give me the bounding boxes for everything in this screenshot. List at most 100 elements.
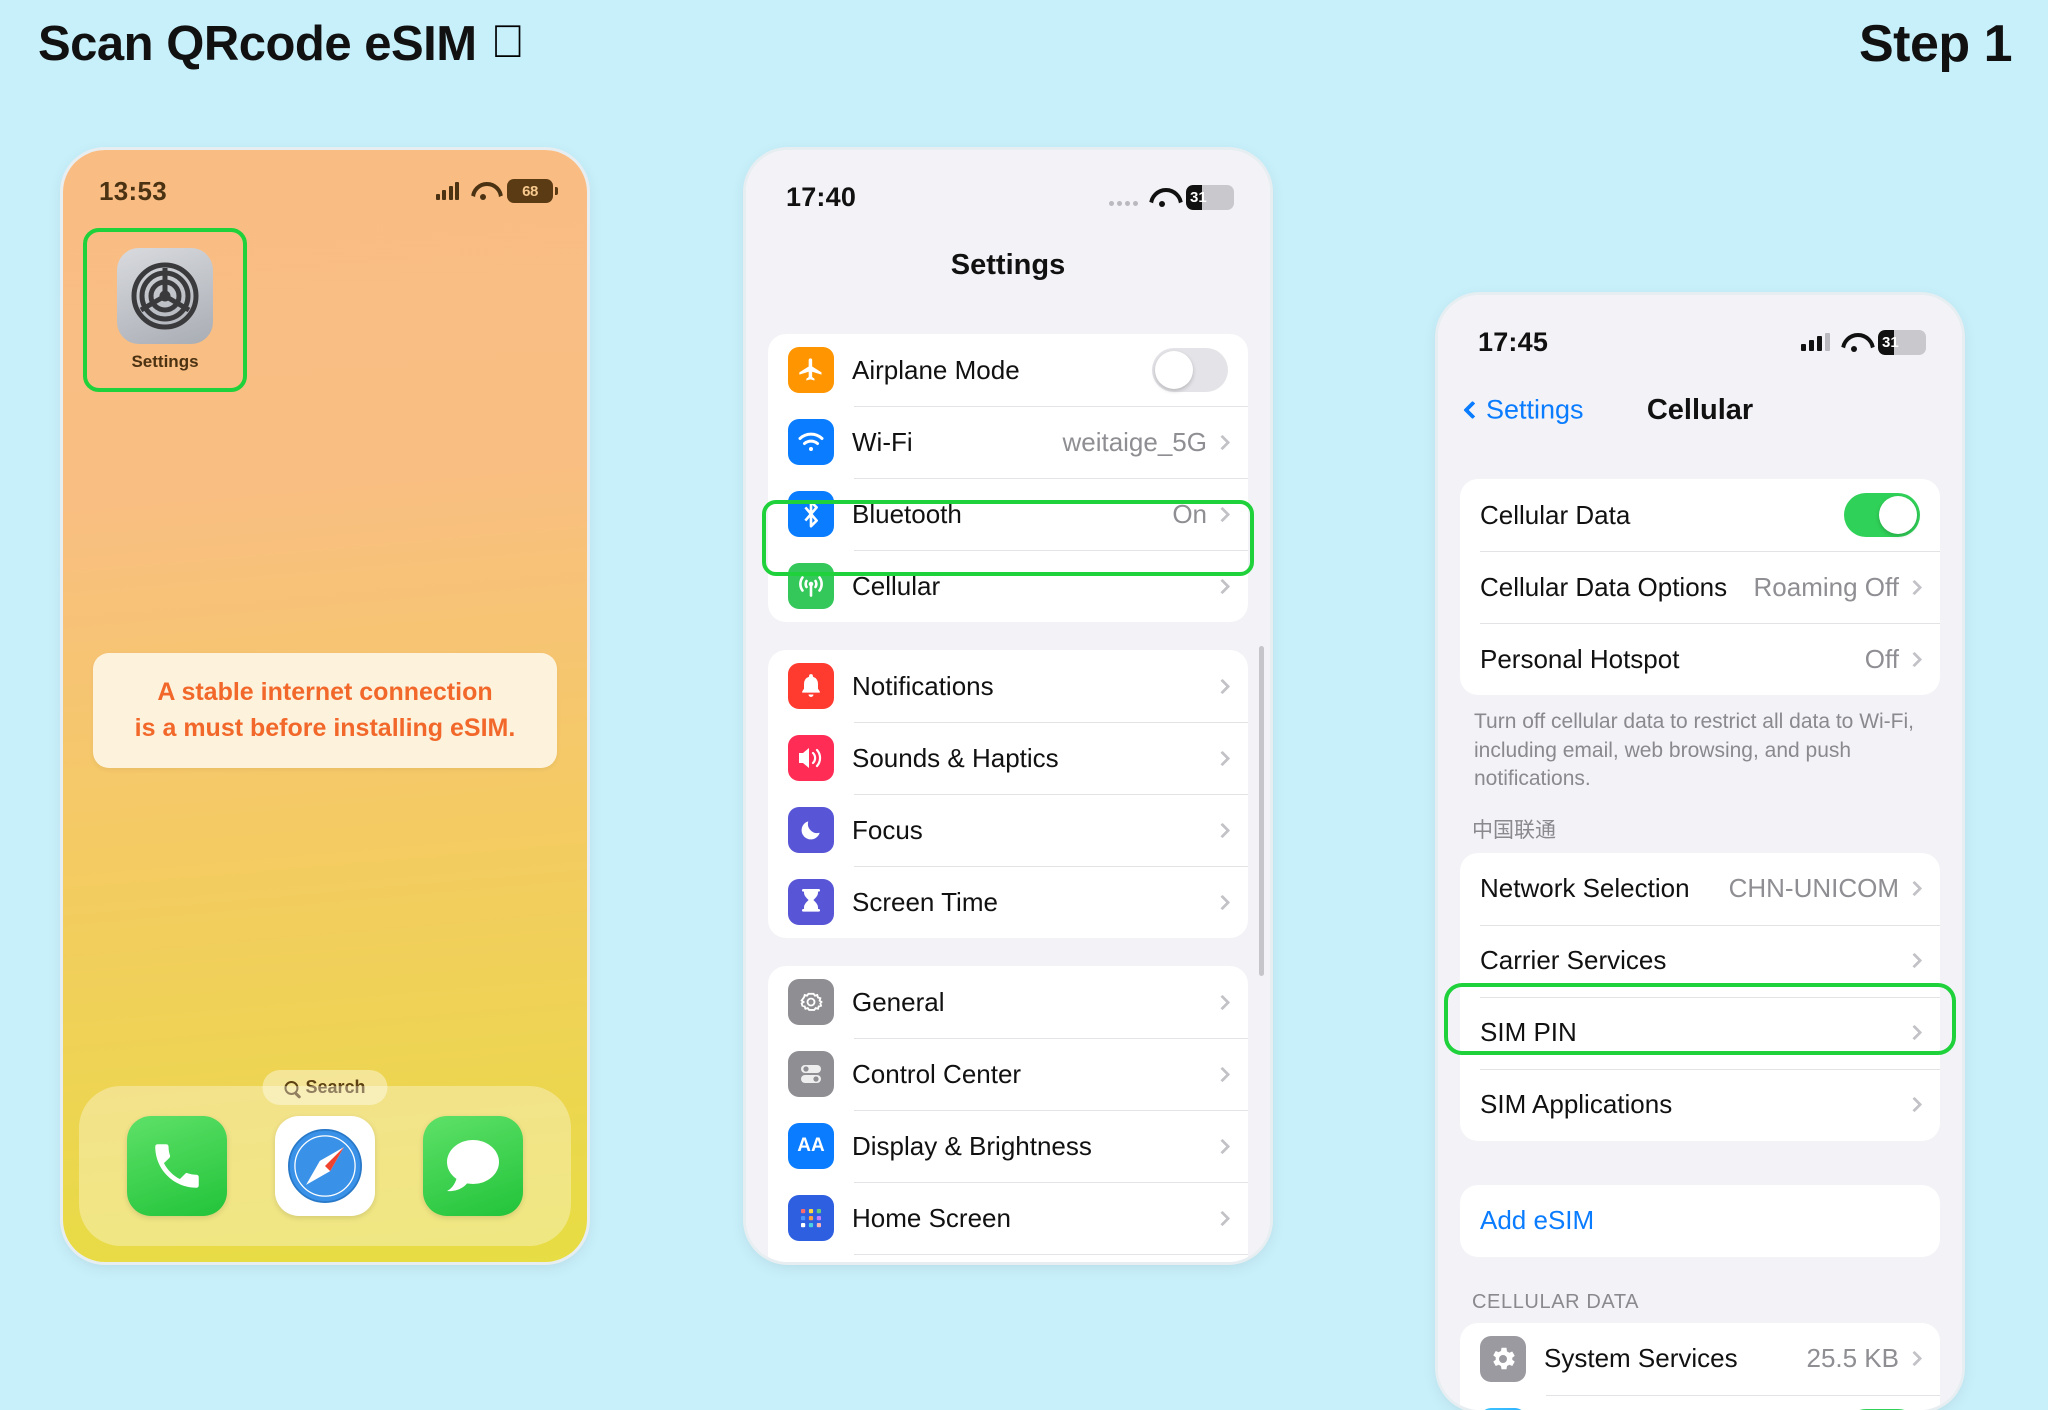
signal-icon [435, 182, 459, 200]
list-item-label: Sounds & Haptics [852, 742, 1059, 773]
cellular-scroll-area[interactable]: Cellular Data Cellular Data Options Roam… [1438, 451, 1962, 1410]
settings-group-connectivity: Airplane Mode Wi-Fi weitaige_5G Bluetoot… [768, 334, 1248, 622]
battery-icon: 31 [1186, 184, 1234, 210]
list-item-value: weitaige_5G [1062, 426, 1207, 457]
status-bar: 17:40 31 [746, 150, 1270, 224]
signal-bars-icon [1801, 333, 1830, 351]
chevron-right-icon [1214, 434, 1231, 450]
wifi-icon [788, 419, 834, 465]
settings-app-icon-button[interactable]: Settings [107, 248, 223, 372]
chevron-right-icon [1214, 750, 1231, 766]
status-indicators: 31 [1109, 184, 1234, 210]
list-item-value: CHN-UNICOM [1728, 873, 1899, 904]
settings-gear-icon [117, 248, 213, 344]
carrier-group-header: 中国联通 [1472, 818, 1556, 842]
list-item-label: Personal Hotspot [1480, 643, 1680, 674]
list-item[interactable]: Network Selection CHN-UNICOM [1460, 853, 1940, 925]
chevron-right-icon [1906, 1024, 1923, 1041]
nav-bar: Settings [746, 224, 1270, 306]
cellular-data-apps-header: CELLULAR DATA [1472, 1290, 1640, 1313]
list-item[interactable]: Carrier Services [1460, 924, 1940, 997]
list-item[interactable]: SIM PIN [1460, 996, 1940, 1069]
carrier-group: Network Selection CHN-UNICOM Carrier Ser… [1460, 852, 1940, 1141]
messages-bubble-icon[interactable] [423, 1116, 523, 1216]
list-item-label: SIM Applications [1480, 1089, 1673, 1120]
chevron-right-icon [1906, 1350, 1923, 1367]
list-item-value: 25.5 KB [1806, 1343, 1899, 1374]
cellular-data-group: Cellular Data Cellular Data Options Roam… [1460, 479, 1940, 695]
notice-line-2: is a must before installing eSIM. [134, 713, 516, 742]
cellular-data-toggle[interactable] [1844, 493, 1920, 537]
chevron-right-icon [1214, 1066, 1231, 1082]
list-item-label: System Services [1544, 1343, 1738, 1374]
battery-icon: 68 [507, 179, 558, 203]
list-item[interactable]: Screen Time [768, 866, 1248, 938]
list-item-label: General [852, 986, 945, 1017]
battery-level: 68 [522, 182, 538, 200]
list-item[interactable]: Wi-Fi weitaige_5G [768, 406, 1248, 478]
chevron-right-icon [1906, 880, 1923, 897]
list-item[interactable]: System Services 25.5 KB [1460, 1323, 1940, 1395]
list-item[interactable]: AA Display & Brightness [768, 1110, 1248, 1182]
list-item[interactable]: Control Center [768, 1038, 1248, 1110]
wifi-icon [471, 182, 495, 200]
list-item[interactable]: Personal Hotspot Off [1460, 623, 1940, 695]
battery-level: 31 [1882, 333, 1899, 351]
list-item-label: SIM PIN [1480, 1017, 1577, 1048]
list-item[interactable]: Cellular Data Options Roaming Off [1460, 551, 1940, 623]
list-item[interactable]: App Store [1460, 1394, 1940, 1410]
list-item-label: Airplane Mode [852, 354, 1020, 385]
scrollbar[interactable] [1259, 646, 1264, 976]
list-item-label: Focus [852, 814, 923, 845]
status-indicators: 31 [1801, 329, 1926, 355]
page-title: Scan QRcode eSIM  [38, 16, 525, 72]
bluetooth-icon [788, 491, 834, 537]
chevron-right-icon [1214, 822, 1231, 838]
list-item[interactable]: SIM Applications [1460, 1068, 1940, 1141]
step-label: Step 1 [1858, 15, 2013, 73]
list-item[interactable]: Bluetooth On [768, 478, 1248, 550]
chevron-left-icon [1463, 400, 1482, 420]
status-time: 17:40 [786, 181, 857, 212]
list-item-label: Cellular Data Options [1480, 571, 1728, 602]
list-item[interactable]: Airplane Mode [768, 334, 1248, 406]
list-item-label: Network Selection [1480, 873, 1690, 904]
control-center-icon [788, 1051, 834, 1097]
safari-compass-icon[interactable] [275, 1116, 375, 1216]
chevron-right-icon [1214, 1210, 1231, 1226]
list-item[interactable]: General [768, 966, 1248, 1038]
chevron-right-icon [1906, 579, 1923, 595]
status-time: 17:45 [1478, 326, 1549, 357]
airplane-mode-toggle[interactable] [1152, 348, 1228, 392]
phone-icon[interactable] [127, 1116, 227, 1216]
chevron-right-icon [1906, 952, 1923, 969]
settings-app-label: Settings [131, 352, 199, 371]
list-item[interactable]: Cellular Data [1460, 479, 1940, 551]
list-item-label: Home Screen [852, 1202, 1011, 1233]
status-bar: 13:53 68 [63, 150, 587, 216]
list-item-label: Screen Time [852, 886, 998, 917]
list-item[interactable]: Home Screen [768, 1182, 1248, 1254]
settings-scroll-area[interactable]: Airplane Mode Wi-Fi weitaige_5G Bluetoot… [746, 306, 1270, 1262]
list-item-value: Off [1864, 643, 1899, 674]
list-item-label: Notifications [852, 670, 994, 701]
back-button-label: Settings [1486, 394, 1584, 425]
list-item-cellular[interactable]: Cellular [768, 550, 1248, 622]
chevron-right-icon [1214, 994, 1231, 1010]
add-esim-label: Add eSIM [1480, 1205, 1595, 1236]
signal-dots-icon [1109, 188, 1138, 206]
cellular-screen: 17:45 31 Settings Cellular Cellular Data… [1438, 295, 1962, 1410]
list-item[interactable]: Notifications [768, 650, 1248, 722]
chevron-right-icon [1906, 651, 1923, 667]
page-title: Settings [950, 248, 1066, 281]
gear-icon [1480, 1335, 1526, 1382]
list-item-value: Roaming Off [1753, 571, 1899, 602]
list-item[interactable]: Accessibility [768, 1254, 1248, 1262]
status-bar: 17:45 31 [1438, 295, 1962, 369]
add-esim-button[interactable]: Add eSIM [1460, 1185, 1940, 1257]
list-item[interactable]: Focus [768, 794, 1248, 866]
chevron-right-icon [1214, 678, 1231, 694]
gear-icon [788, 979, 834, 1025]
list-item[interactable]: Sounds & Haptics [768, 722, 1248, 794]
back-button[interactable]: Settings [1463, 394, 1584, 426]
